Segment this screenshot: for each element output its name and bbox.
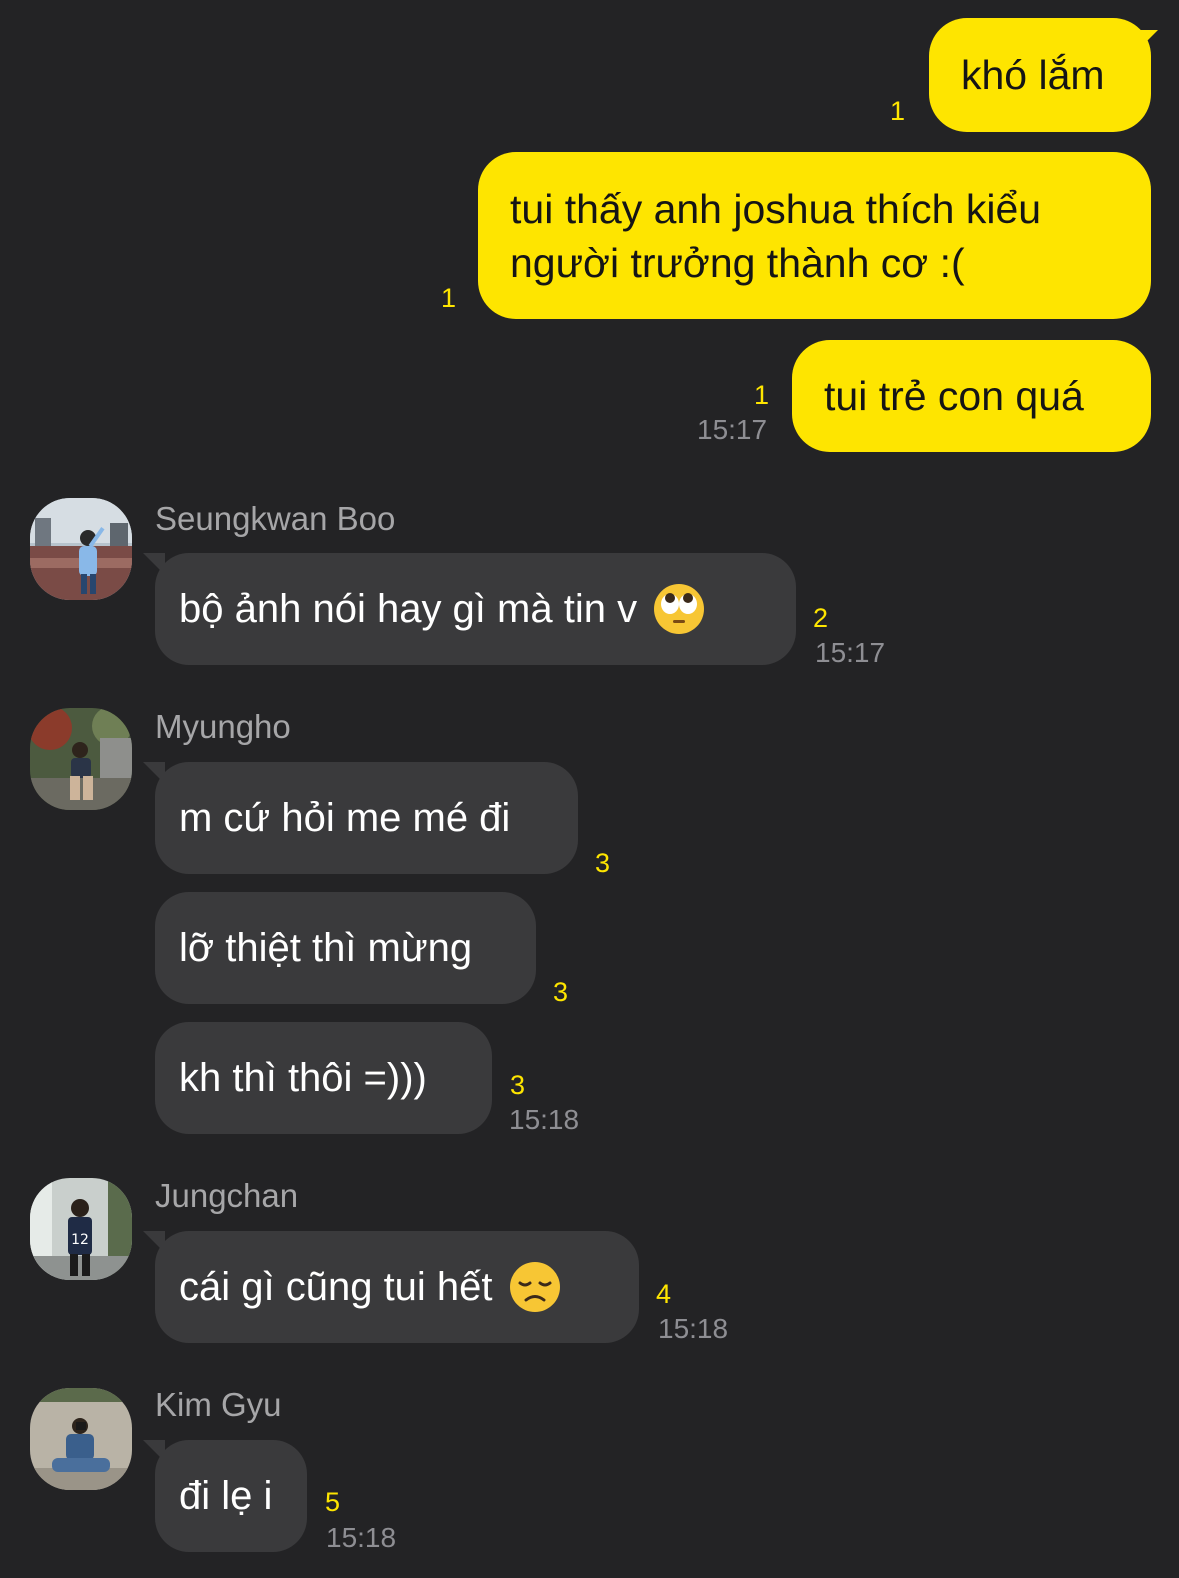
read-count: 3 — [595, 848, 611, 878]
outgoing-message-bubble[interactable]: khó lắm — [929, 18, 1151, 132]
read-count: 3 — [553, 977, 569, 1007]
svg-text:12: 12 — [71, 1232, 89, 1248]
bubble-tail — [143, 553, 165, 575]
bubble-tail — [143, 1440, 165, 1462]
message-text: khó lắm — [961, 52, 1105, 98]
outgoing-message-bubble[interactable]: tui trẻ con quá — [792, 340, 1151, 452]
face-with-rolling-eyes-icon — [654, 584, 705, 634]
incoming-message-bubble[interactable]: kh thì thôi =))) — [155, 1022, 492, 1134]
bubble-tail — [143, 1231, 165, 1253]
avatar[interactable] — [30, 708, 132, 810]
sender-name: Kim Gyu — [155, 1386, 282, 1423]
timestamp: 15:17 — [697, 414, 768, 445]
read-count: 5 — [325, 1487, 341, 1517]
avatar[interactable] — [30, 1388, 132, 1490]
disappointed-face-icon — [509, 1262, 560, 1312]
message-text: kh thì thôi =))) — [179, 1055, 427, 1100]
avatar[interactable] — [30, 498, 132, 600]
read-count: 4 — [656, 1279, 672, 1309]
message-text-line: người trưởng thành cơ :( — [510, 239, 965, 286]
avatar-photo — [30, 498, 132, 600]
sender-name: Seungkwan Boo — [155, 500, 396, 537]
timestamp: 15:18 — [509, 1104, 580, 1135]
avatar-photo: 12 — [30, 1178, 132, 1280]
incoming-message-bubble[interactable]: cái gì cũng tui hết — [155, 1231, 639, 1343]
avatar[interactable]: 12 — [30, 1178, 132, 1280]
message-text: m cứ hỏi me mé đi — [179, 795, 511, 840]
sender-name: Myungho — [155, 708, 291, 745]
incoming-message-bubble[interactable]: lỡ thiệt thì mừng — [155, 892, 536, 1004]
bubble-tail — [1136, 30, 1158, 52]
timestamp: 15:18 — [326, 1522, 397, 1553]
sender-name: Jungchan — [155, 1177, 299, 1214]
message-text: lỡ thiệt thì mừng — [179, 925, 473, 970]
bubble-tail — [143, 762, 165, 784]
read-count: 1 — [890, 96, 906, 126]
message-text: bộ ảnh nói hay gì mà tin v — [179, 586, 638, 631]
outgoing-message-bubble[interactable]: tui thấy anh joshua thích kiểu người trư… — [478, 152, 1151, 319]
timestamp: 15:17 — [815, 637, 886, 668]
message-text: đi lẹ i — [179, 1473, 273, 1518]
read-count: 1 — [441, 283, 457, 313]
incoming-message-bubble[interactable]: đi lẹ i — [155, 1440, 307, 1552]
message-text: cái gì cũng tui hết — [179, 1264, 493, 1309]
message-text: tui trẻ con quá — [824, 373, 1084, 419]
read-count: 2 — [813, 603, 829, 633]
message-text-line: tui thấy anh joshua thích kiểu — [510, 185, 1042, 232]
avatar-photo — [30, 1388, 132, 1490]
timestamp: 15:18 — [658, 1313, 729, 1344]
read-count: 3 — [510, 1070, 526, 1100]
incoming-message-bubble[interactable]: bộ ảnh nói hay gì mà tin v — [155, 553, 796, 665]
read-count: 1 — [754, 380, 770, 410]
avatar-photo — [30, 708, 132, 810]
incoming-message-bubble[interactable]: m cứ hỏi me mé đi — [155, 762, 578, 874]
